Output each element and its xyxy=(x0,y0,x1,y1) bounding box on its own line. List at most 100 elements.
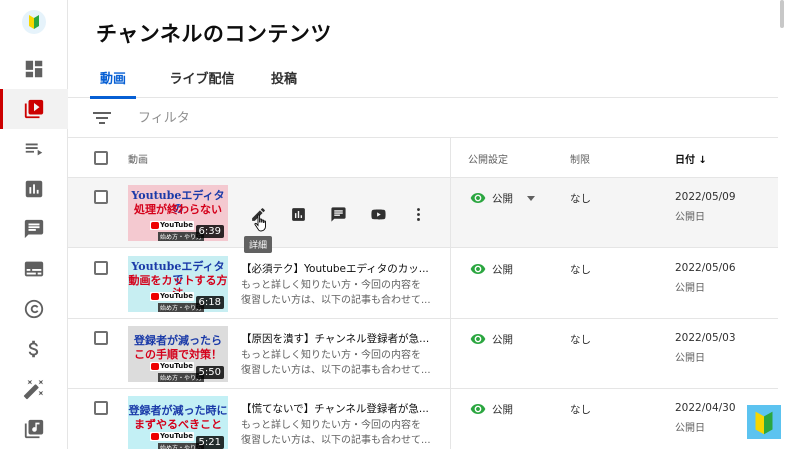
beginner-mark-icon xyxy=(746,404,782,440)
table-row[interactable]: Youtubeエディタで 動画をカットする方法 YouTube 始め方・やり方 … xyxy=(68,249,778,319)
filter-bar: フィルタ xyxy=(68,98,778,138)
thumb-line1: 登録者が減ったら xyxy=(134,334,222,347)
youtube-logo: YouTube xyxy=(150,221,194,230)
details-tooltip: 詳細 xyxy=(244,236,273,253)
date-value: 2022/05/03 xyxy=(675,332,736,344)
analytics-button[interactable] xyxy=(288,204,308,224)
visibility-label: 公開 xyxy=(492,192,513,205)
eye-icon xyxy=(470,264,486,274)
analytics-icon xyxy=(291,207,305,221)
playlist-icon xyxy=(25,143,43,156)
video-thumbnail[interactable]: Youtubeエディタの 処理が終わらない YouTube 始め方・やり方 6:… xyxy=(128,185,228,241)
description-line: もっと詳しく知りたい方・今回の内容を xyxy=(241,280,421,291)
more-vert-icon xyxy=(416,207,420,221)
video-thumbnail[interactable]: 登録者が減った時に まずやるべきこと YouTube 始め方・やり方 5:21 xyxy=(128,396,228,449)
more-options-button[interactable] xyxy=(408,204,428,224)
eye-icon xyxy=(470,404,486,414)
visibility-status[interactable]: 公開 xyxy=(470,261,513,277)
filter-input[interactable]: フィルタ xyxy=(138,107,190,126)
date-value: 2022/04/30 xyxy=(675,402,736,414)
tab-posts[interactable]: 投稿 xyxy=(264,56,304,98)
content-nav[interactable] xyxy=(0,89,68,129)
dollar-icon xyxy=(28,340,39,358)
row-checkbox[interactable] xyxy=(94,190,108,204)
visibility-dropdown[interactable]: 公開 xyxy=(470,190,535,206)
row-checkbox[interactable] xyxy=(94,331,108,345)
description-line: 復習したい方は、以下の記事も合わせて... xyxy=(241,435,431,446)
restrictions-value: なし xyxy=(570,404,591,416)
date-label: 公開日 xyxy=(675,423,705,434)
visibility-label: 公開 xyxy=(492,403,513,416)
video-title[interactable]: 【必須テク】Youtubeエディタのカッ... xyxy=(241,261,441,276)
youtube-logo: YouTube xyxy=(150,362,194,371)
content-tabs: 動画 ライブ配信 投稿 xyxy=(68,56,778,99)
duration-badge: 5:21 xyxy=(195,436,224,449)
visibility-label: 公開 xyxy=(492,333,513,346)
restrictions-value: なし xyxy=(570,334,591,346)
visibility-status[interactable]: 公開 xyxy=(470,331,513,347)
column-visibility[interactable]: 公開設定 xyxy=(468,151,508,166)
view-on-youtube-button[interactable] xyxy=(368,204,388,224)
eye-icon xyxy=(470,334,486,344)
visibility-status[interactable]: 公開 xyxy=(470,401,513,417)
page-title: チャンネルのコンテンツ xyxy=(96,22,332,46)
subtitles-nav[interactable] xyxy=(0,249,68,289)
audio-library-nav[interactable] xyxy=(0,409,68,449)
comments-button[interactable] xyxy=(328,204,348,224)
video-description: もっと詳しく知りたい方・今回の内容を 復習したい方は、以下の記事も合わせて... xyxy=(241,278,441,308)
youtube-icon xyxy=(370,209,386,219)
customization-nav[interactable] xyxy=(0,369,68,409)
row-checkbox[interactable] xyxy=(94,401,108,415)
filter-icon[interactable] xyxy=(93,110,111,126)
video-description: もっと詳しく知りたい方・今回の内容を 復習したい方は、以下の記事も合わせて... xyxy=(241,348,441,378)
visibility-label: 公開 xyxy=(492,263,513,276)
restrictions-value: なし xyxy=(570,193,591,205)
subtitles-icon xyxy=(24,261,44,277)
row-checkbox[interactable] xyxy=(94,261,108,275)
comment-icon xyxy=(24,219,44,239)
eye-icon xyxy=(470,193,486,203)
comments-nav[interactable] xyxy=(0,209,68,249)
analytics-nav[interactable] xyxy=(0,169,68,209)
table-row[interactable]: 登録者が減ったら この手順で対策！ YouTube 始め方・やり方 5:50 【… xyxy=(68,319,778,389)
left-nav-rail xyxy=(0,0,68,449)
video-description: もっと詳しく知りたい方・今回の内容を 復習したい方は、以下の記事も合わせて... xyxy=(241,418,441,448)
hand-cursor-icon xyxy=(254,214,266,232)
tab-live[interactable]: ライブ配信 xyxy=(162,56,242,98)
video-title[interactable]: 【慌てないで】チャンネル登録者が急... xyxy=(241,401,441,416)
dashboard-nav[interactable] xyxy=(0,49,68,89)
date-value: 2022/05/09 xyxy=(675,191,736,203)
youtube-logo: YouTube xyxy=(150,292,194,301)
description-line: 復習したい方は、以下の記事も合わせて... xyxy=(241,295,431,306)
column-video: 動画 xyxy=(128,155,148,166)
column-restrictions[interactable]: 制限 xyxy=(570,151,590,166)
playlists-nav[interactable] xyxy=(0,129,68,169)
column-date[interactable]: 日付 ↓ xyxy=(675,151,707,166)
monetization-nav[interactable] xyxy=(0,329,68,369)
youtube-logo: YouTube xyxy=(150,432,194,441)
thumb-line2: 処理が終わらない xyxy=(134,203,222,216)
thumb-line1: 登録者が減った時に xyxy=(128,404,228,417)
table-header: 動画 公開設定 制限 日付 ↓ xyxy=(68,138,778,178)
video-thumbnail[interactable]: Youtubeエディタで 動画をカットする方法 YouTube 始め方・やり方 … xyxy=(128,256,228,312)
duration-badge: 5:50 xyxy=(195,366,224,379)
beginner-mark-icon[interactable] xyxy=(22,10,46,34)
restrictions-value: なし xyxy=(570,264,591,276)
tab-videos[interactable]: 動画 xyxy=(90,56,136,99)
copyright-nav[interactable] xyxy=(0,289,68,329)
date-label: 公開日 xyxy=(675,353,705,364)
chevron-down-icon xyxy=(527,195,535,201)
scrollbar[interactable] xyxy=(780,0,784,28)
table-row[interactable]: Youtubeエディタの 処理が終わらない YouTube 始め方・やり方 6:… xyxy=(68,178,778,253)
table-row[interactable]: 登録者が減った時に まずやるべきこと YouTube 始め方・やり方 5:21 … xyxy=(68,389,778,449)
select-all-checkbox[interactable] xyxy=(94,151,108,165)
copyright-icon xyxy=(24,299,44,319)
audio-library-icon xyxy=(24,419,44,439)
video-library-icon xyxy=(24,99,44,119)
description-line: もっと詳しく知りたい方・今回の内容を xyxy=(241,420,421,431)
description-line: 復習したい方は、以下の記事も合わせて... xyxy=(241,365,431,376)
video-thumbnail[interactable]: 登録者が減ったら この手順で対策！ YouTube 始め方・やり方 5:50 xyxy=(128,326,228,382)
column-divider xyxy=(450,138,451,449)
thumb-line2: この手順で対策！ xyxy=(134,348,222,361)
video-title[interactable]: 【原因を潰す】チャンネル登録者が急... xyxy=(241,331,441,346)
